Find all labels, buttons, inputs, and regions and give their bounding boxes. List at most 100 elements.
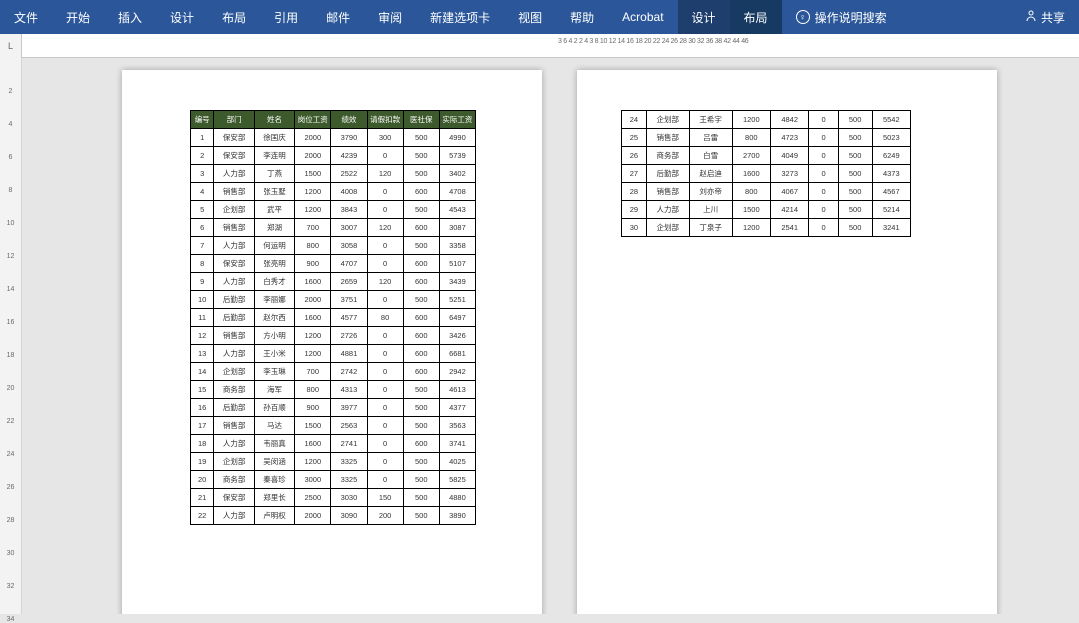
cell[interactable]: 500 (838, 111, 872, 129)
cell[interactable]: 后勤部 (214, 309, 254, 327)
cell[interactable]: 600 (403, 327, 439, 345)
cell[interactable]: 郑里长 (254, 489, 294, 507)
cell[interactable]: 0 (367, 417, 403, 435)
cell[interactable]: 21 (191, 489, 214, 507)
page-1[interactable]: 编号 部门 姓名 岗位工资 绩效 请假扣款 医社保 实际工资 1保安部徐国庆20… (122, 70, 542, 614)
cell[interactable]: 3358 (439, 237, 475, 255)
cell[interactable]: 徐国庆 (254, 129, 294, 147)
cell[interactable]: 0 (367, 381, 403, 399)
cell[interactable]: 方小明 (254, 327, 294, 345)
cell[interactable]: 3325 (331, 453, 367, 471)
cell[interactable]: 500 (403, 471, 439, 489)
table-row[interactable]: 30企划部丁泉子1200254105003241 (622, 219, 911, 237)
cell[interactable]: 保安部 (214, 489, 254, 507)
cell[interactable]: 0 (809, 201, 838, 219)
tab-newtab[interactable]: 新建选项卡 (416, 0, 504, 34)
cell[interactable]: 武平 (254, 201, 294, 219)
tab-acrobat[interactable]: Acrobat (608, 0, 677, 34)
cell[interactable]: 1600 (295, 273, 331, 291)
document-area[interactable]: 编号 部门 姓名 岗位工资 绩效 请假扣款 医社保 实际工资 1保安部徐国庆20… (22, 58, 1079, 614)
cell[interactable]: 1600 (732, 165, 770, 183)
table-row[interactable]: 5企划部武平1200384305004543 (191, 201, 476, 219)
cell[interactable]: 4049 (770, 147, 808, 165)
cell[interactable]: 800 (295, 237, 331, 255)
cell[interactable]: 22 (191, 507, 214, 525)
table-row[interactable]: 3人力部丁燕150025221205003402 (191, 165, 476, 183)
cell[interactable]: 3030 (331, 489, 367, 507)
cell[interactable]: 3751 (331, 291, 367, 309)
cell[interactable]: 4067 (770, 183, 808, 201)
cell[interactable]: 0 (367, 291, 403, 309)
cell[interactable]: 2541 (770, 219, 808, 237)
cell[interactable]: 600 (403, 363, 439, 381)
cell[interactable]: 500 (838, 165, 872, 183)
cell[interactable]: 8 (191, 255, 214, 273)
cell[interactable]: 销售部 (646, 183, 689, 201)
cell[interactable]: 商务部 (214, 471, 254, 489)
cell[interactable]: 4313 (331, 381, 367, 399)
cell[interactable]: 0 (367, 345, 403, 363)
table-row[interactable]: 28销售部刘亦帝800406705004567 (622, 183, 911, 201)
cell[interactable]: 5542 (872, 111, 910, 129)
table-row[interactable]: 14企划部李玉琳700274206002942 (191, 363, 476, 381)
cell[interactable]: 3977 (331, 399, 367, 417)
cell[interactable]: 24 (622, 111, 647, 129)
cell[interactable]: 保安部 (214, 147, 254, 165)
tab-mail[interactable]: 邮件 (312, 0, 364, 34)
cell[interactable]: 3090 (331, 507, 367, 525)
table-row[interactable]: 11后勤部赵尔西16004577806006497 (191, 309, 476, 327)
table-row[interactable]: 25销售部吕雷800472305005023 (622, 129, 911, 147)
cell[interactable]: 2522 (331, 165, 367, 183)
cell[interactable]: 丁燕 (254, 165, 294, 183)
cell[interactable]: 0 (809, 183, 838, 201)
cell[interactable]: 王希宇 (689, 111, 732, 129)
tab-view[interactable]: 视图 (504, 0, 556, 34)
cell[interactable]: 3325 (331, 471, 367, 489)
cell[interactable]: 0 (367, 471, 403, 489)
table-row[interactable]: 18人力部韦丽真1600274106003741 (191, 435, 476, 453)
table-row[interactable]: 24企划部王希宇1200484205005542 (622, 111, 911, 129)
cell[interactable]: 500 (403, 399, 439, 417)
vertical-ruler[interactable]: 2 4 6 8 10 12 14 16 18 20 22 24 26 28 30… (0, 58, 22, 614)
cell[interactable]: 1200 (732, 219, 770, 237)
cell[interactable]: 5107 (439, 255, 475, 273)
cell[interactable]: 500 (403, 417, 439, 435)
table-row[interactable]: 22人力部卢明权200030902005003890 (191, 507, 476, 525)
cell[interactable]: 600 (403, 435, 439, 453)
cell[interactable]: 4 (191, 183, 214, 201)
cell[interactable]: 80 (367, 309, 403, 327)
cell[interactable]: 张亮明 (254, 255, 294, 273)
table-row[interactable]: 29人力部上川1500421405005214 (622, 201, 911, 219)
cell[interactable]: 3241 (872, 219, 910, 237)
tab-table-design[interactable]: 设计 (678, 0, 730, 34)
cell[interactable]: 4377 (439, 399, 475, 417)
table-row[interactable]: 9人力部白秀才160026591206003439 (191, 273, 476, 291)
cell[interactable]: 5 (191, 201, 214, 219)
cell[interactable]: 15 (191, 381, 214, 399)
cell[interactable]: 人力部 (214, 165, 254, 183)
cell[interactable]: 0 (809, 165, 838, 183)
cell[interactable]: 0 (367, 201, 403, 219)
cell[interactable]: 3563 (439, 417, 475, 435)
cell[interactable]: 300 (367, 129, 403, 147)
cell[interactable]: 4880 (439, 489, 475, 507)
cell[interactable]: 2500 (295, 489, 331, 507)
cell[interactable]: 2726 (331, 327, 367, 345)
tell-me[interactable]: ♀ 操作说明搜索 (782, 0, 901, 34)
cell[interactable]: 后勤部 (214, 399, 254, 417)
cell[interactable]: 3000 (295, 471, 331, 489)
share-button[interactable]: 共享 (1011, 0, 1079, 34)
cell[interactable]: 18 (191, 435, 214, 453)
cell[interactable]: 人力部 (214, 435, 254, 453)
cell[interactable]: 5739 (439, 147, 475, 165)
cell[interactable]: 500 (403, 291, 439, 309)
cell[interactable]: 3007 (331, 219, 367, 237)
cell[interactable]: 白雪 (689, 147, 732, 165)
table-row[interactable]: 8保安部张亮明900470706005107 (191, 255, 476, 273)
cell[interactable]: 4543 (439, 201, 475, 219)
table-row[interactable]: 27后勤部赵启迪1600327305004373 (622, 165, 911, 183)
salary-table[interactable]: 编号 部门 姓名 岗位工资 绩效 请假扣款 医社保 实际工资 1保安部徐国庆20… (190, 110, 476, 525)
cell[interactable]: 李连明 (254, 147, 294, 165)
table-row[interactable]: 16后勤部孙百顺900397705004377 (191, 399, 476, 417)
table-row[interactable]: 15商务部海军800431305004613 (191, 381, 476, 399)
